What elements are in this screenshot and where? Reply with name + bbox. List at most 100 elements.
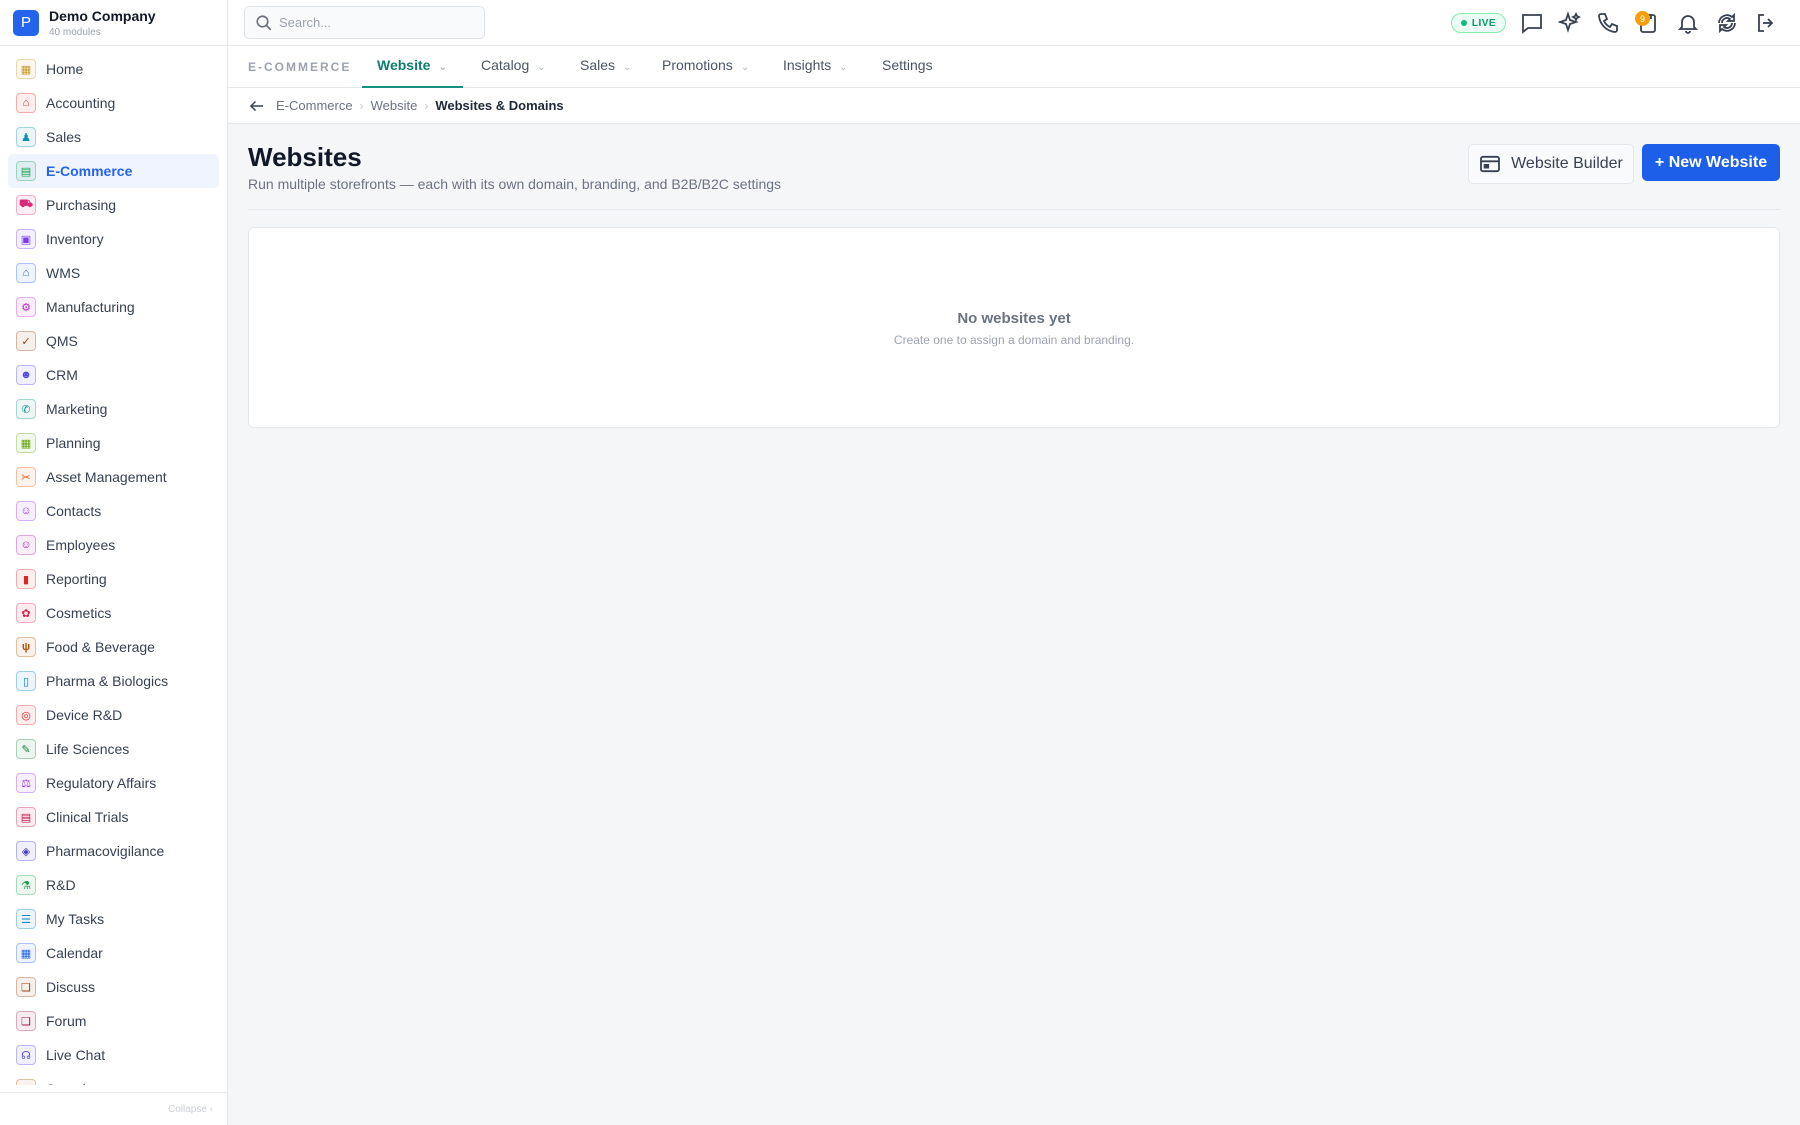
factory-icon: ⚙	[16, 297, 36, 317]
sidebar-item-crm[interactable]: ☻ CRM	[8, 358, 219, 392]
warehouse-icon: ⌂	[16, 263, 36, 283]
tab-label: Settings	[882, 57, 933, 73]
sidebar-item-life-sciences[interactable]: ✎ Life Sciences	[8, 732, 219, 766]
sidebar-item-clinical-trials[interactable]: ▤ Clinical Trials	[8, 800, 219, 834]
sidebar-item-label: Asset Management	[46, 469, 167, 485]
sidebar-item-marketing[interactable]: ✆ Marketing	[8, 392, 219, 426]
sidebar-item-label: Pharmacovigilance	[46, 843, 165, 859]
search-placeholder: Search...	[279, 15, 332, 30]
chat-icon[interactable]	[1520, 11, 1544, 35]
sidebar-item-label: Manufacturing	[46, 299, 135, 315]
sidebar-item-e-commerce[interactable]: ▤ E-Commerce	[8, 154, 219, 188]
sidebar-item-purchasing[interactable]: ⛟ Purchasing	[8, 188, 219, 222]
fork-knife-icon: ψ	[16, 637, 36, 657]
sidebar-item-discuss[interactable]: ❏ Discuss	[8, 970, 219, 1004]
sidebar-item-regulatory-affairs[interactable]: ⚖ Regulatory Affairs	[8, 766, 219, 800]
breadcrumb-website[interactable]: Website	[371, 98, 418, 113]
badge-icon: ☺	[16, 535, 36, 555]
microscope-icon: ✎	[16, 739, 36, 759]
checklist-icon: ☰	[16, 909, 36, 929]
empty-state-subtitle: Create one to assign a domain and brandi…	[893, 333, 1135, 347]
sidebar-item-calendar[interactable]: ▦ Calendar	[8, 936, 219, 970]
tab-label: Promotions	[662, 57, 733, 73]
company-name: Demo Company	[49, 7, 156, 24]
website-builder-button[interactable]: Website Builder	[1468, 144, 1634, 184]
back-arrow-icon[interactable]	[248, 97, 266, 115]
sidebar: P Demo Company 40 modules ▦ Home ⌂ Accounti…	[0, 0, 228, 1125]
tab-label: Website	[377, 57, 431, 73]
sidebar-item-label: R&D	[46, 877, 76, 893]
sidebar-item-my-tasks[interactable]: ☰ My Tasks	[8, 902, 219, 936]
bell-icon[interactable]	[1676, 11, 1700, 35]
page-subtitle: Run multiple storefronts — each with its…	[248, 176, 782, 192]
live-status-badge: LIVE	[1451, 13, 1506, 33]
sidebar-item-pharma-and-biologics[interactable]: ▯ Pharma & Biologics	[8, 664, 219, 698]
tab-label: Insights	[783, 57, 832, 73]
sidebar-nav: ▦ Home ⌂ Accounting ♟ Sales ▤ E-Commerce ⛟ Purcha…	[8, 52, 219, 1085]
sidebar-item-label: Sales	[46, 129, 82, 145]
sidebar-item-label: Employees	[46, 537, 116, 553]
tab-catalog[interactable]: Catalog ⌄	[481, 46, 546, 88]
sidebar-item-qms[interactable]: ✓ QMS	[8, 324, 219, 358]
tab-settings[interactable]: Settings	[882, 46, 933, 88]
user-tie-icon: ♟	[16, 127, 36, 147]
sidebar-item-sourcing[interactable]: ◉ Sourcing	[8, 1072, 219, 1085]
sidebar-item-label: WMS	[46, 265, 81, 281]
chevron-down-icon: ⌄	[438, 62, 447, 73]
sidebar-item-accounting[interactable]: ⌂ Accounting	[8, 86, 219, 120]
empty-state-title: No websites yet	[957, 310, 1071, 327]
sidebar-item-label: QMS	[46, 333, 78, 349]
tab-label: Sales	[580, 57, 616, 73]
box-icon: ▣	[16, 229, 36, 249]
sidebar-item-manufacturing[interactable]: ⚙ Manufacturing	[8, 290, 219, 324]
headset-icon: ☊	[16, 1045, 36, 1065]
sidebar-item-forum[interactable]: ❏ Forum	[8, 1004, 219, 1038]
breadcrumb-ecommerce[interactable]: E-Commerce	[276, 98, 353, 113]
sidebar-item-label: Marketing	[46, 401, 108, 417]
logout-icon[interactable]	[1754, 11, 1778, 35]
shield-icon: ◈	[16, 841, 36, 861]
lotus-icon: ✿	[16, 603, 36, 623]
tab-website[interactable]: Website ⌄	[362, 46, 463, 88]
tab-insights[interactable]: Insights ⌄	[783, 46, 848, 88]
bank-icon: ⌂	[16, 93, 36, 113]
company-switcher[interactable]: P Demo Company 40 modules	[0, 0, 227, 46]
gavel-icon: ⚖	[16, 773, 36, 793]
collapse-button[interactable]: Collapse ‹	[0, 1092, 227, 1125]
sidebar-item-pharmacovigilance[interactable]: ◈ Pharmacovigilance	[8, 834, 219, 868]
phone-icon[interactable]	[1596, 11, 1620, 35]
users-icon: ☻	[16, 365, 36, 385]
search-input[interactable]: Search...	[244, 6, 485, 39]
sidebar-item-contacts[interactable]: ☺ Contacts	[8, 494, 219, 528]
sidebar-item-live-chat[interactable]: ☊ Live Chat	[8, 1038, 219, 1072]
forum-icon: ❏	[16, 1011, 36, 1031]
pill-bottle-icon: ▯	[16, 671, 36, 691]
sidebar-item-label: Reporting	[46, 571, 107, 587]
flask-icon: ⚗	[16, 875, 36, 895]
device-icon: ◎	[16, 705, 36, 725]
sidebar-item-wms[interactable]: ⌂ WMS	[8, 256, 219, 290]
module-tabs: E-COMMERCE Website ⌄ Catalog ⌄ Sales ⌄ Promoti…	[228, 46, 1800, 88]
sidebar-item-sales[interactable]: ♟ Sales	[8, 120, 219, 154]
sidebar-item-planning[interactable]: ▦ Planning	[8, 426, 219, 460]
new-website-button[interactable]: + New Website	[1642, 144, 1780, 181]
sidebar-item-food-and-beverage[interactable]: ψ Food & Beverage	[8, 630, 219, 664]
sidebar-item-home[interactable]: ▦ Home	[8, 52, 219, 86]
sidebar-item-inventory[interactable]: ▣ Inventory	[8, 222, 219, 256]
sidebar-item-device-randd[interactable]: ◎ Device R&D	[8, 698, 219, 732]
page-title: Websites	[248, 142, 362, 172]
sidebar-item-reporting[interactable]: ▮ Reporting	[8, 562, 219, 596]
grid-icon: ▦	[16, 59, 36, 79]
sidebar-item-asset-management[interactable]: ✂ Asset Management	[8, 460, 219, 494]
tab-sales[interactable]: Sales ⌄	[580, 46, 631, 88]
sidebar-item-randd[interactable]: ⚗ R&D	[8, 868, 219, 902]
websites-list-card: No websites yet Create one to assign a d…	[248, 227, 1780, 428]
chevron-down-icon: ⌄	[623, 62, 632, 73]
sidebar-item-label: Pharma & Biologics	[46, 673, 169, 689]
tab-promotions[interactable]: Promotions ⌄	[662, 46, 749, 88]
refresh-icon[interactable]	[1715, 11, 1739, 35]
sidebar-item-label: Clinical Trials	[46, 809, 129, 825]
sidebar-item-employees[interactable]: ☺ Employees	[8, 528, 219, 562]
sidebar-item-cosmetics[interactable]: ✿ Cosmetics	[8, 596, 219, 630]
ai-sparkle-icon[interactable]	[1558, 11, 1582, 35]
